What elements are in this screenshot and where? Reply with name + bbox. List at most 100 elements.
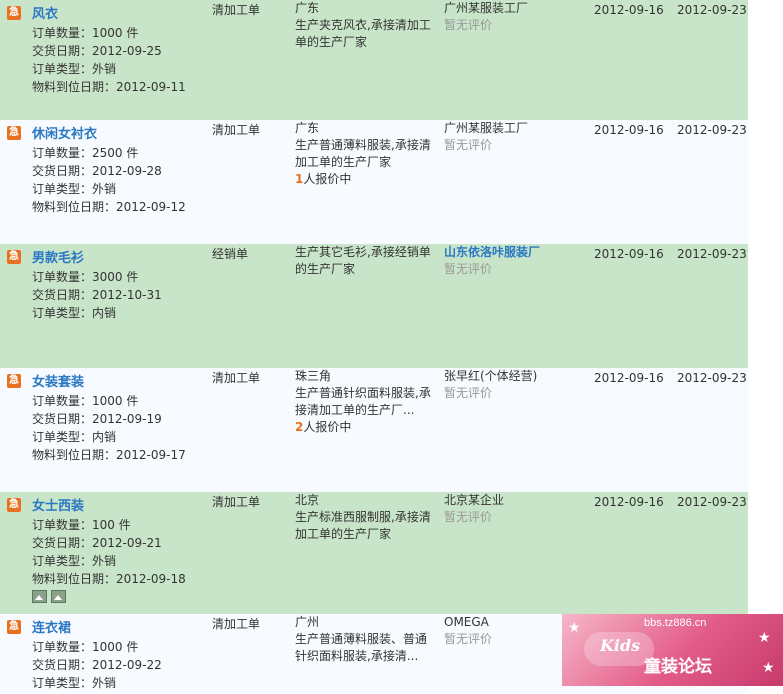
order-title-link[interactable]: 女装套装 [32, 371, 84, 390]
delivery-date-label: 交货日期： [32, 164, 93, 178]
company-name: 北京某企业 [444, 493, 505, 507]
order-quantity-label: 订单数量： [32, 146, 93, 160]
order-title-link[interactable]: 男款毛衫 [32, 247, 84, 266]
order-type: 订单类型：内销 [32, 304, 116, 322]
region: 珠三角 [295, 369, 332, 383]
order-type: 订单类型：外销 [32, 180, 116, 198]
delivery-date: 交货日期：2012-10-31 [32, 286, 162, 304]
watermark-url: bbs.tz886.cn [644, 617, 707, 629]
order-title-link[interactable]: 连衣裙 [32, 617, 71, 636]
region: 广东 [295, 1, 320, 15]
star-icon: ★ [758, 630, 771, 646]
star-icon: ★ [568, 620, 581, 636]
quote-label: 人报价中 [303, 172, 352, 186]
order-quantity: 订单数量：100 件 [32, 516, 131, 534]
delivery-date: 交货日期：2012-09-21 [32, 534, 162, 552]
order-quantity-value: 100 件 [92, 518, 131, 532]
order-row: 急男款毛衫 订单数量：3000 件交货日期：2012-10-31 订单类型：内销 经销… [0, 244, 748, 368]
order-quantity-label: 订单数量： [32, 394, 93, 408]
order-type-label: 订单类型： [32, 554, 93, 568]
urgent-icon: 急 [7, 374, 21, 388]
company-name: 广州某服装工厂 [444, 1, 529, 15]
company-name[interactable]: 山东依洛咔服装厂 [444, 244, 584, 261]
delivery-date-label: 交货日期： [32, 658, 93, 672]
material-date: 物料到位日期：2012-09-12 [32, 198, 186, 216]
urgent-icon: 急 [7, 126, 21, 140]
order-quantity-value: 2500 件 [92, 146, 139, 160]
description-line: 生产普通薄料服装、普通 [295, 632, 428, 646]
order-type-label: 订单类型： [32, 182, 93, 196]
material-date: 物料到位日期：2012-09-18 [32, 570, 186, 588]
order-type: 订单类型：内销 [32, 428, 116, 446]
region: 北京 [295, 493, 320, 507]
material-date: 物料到位日期：2012-09-17 [32, 446, 186, 464]
company-info: 北京某企业 暂无评价 [444, 492, 584, 526]
description-line: 生产夹克风衣,承接清加工 [295, 18, 431, 32]
publish-date: 2012-09-16 [594, 123, 664, 137]
forum-watermark-logo: ★ ★ ★ bbs.tz886.cn Kids 童装论坛 [562, 614, 783, 686]
material-date-value: 2012-09-17 [116, 448, 186, 462]
description-line: 生产其它毛衫,承接经销单 [295, 245, 431, 259]
expire-date: 2012-09-23 [677, 371, 747, 385]
requirement-description: 珠三角 生产普通针织面料服装,承 接清加工单的生产厂... 2人报价中 [295, 368, 435, 436]
watermark-kids: Kids [600, 636, 641, 655]
order-quantity: 订单数量：3000 件 [32, 268, 138, 286]
order-quantity: 订单数量：1000 件 [32, 638, 138, 656]
expire-date: 2012-09-23 [677, 3, 747, 17]
photo-thumbnails [32, 590, 70, 606]
order-quantity-value: 1000 件 [92, 640, 139, 654]
description-line: 生产普通针织面料服装,承 [295, 386, 431, 400]
description-line: 的生产厂家 [295, 262, 356, 276]
order-type-value: 外销 [92, 62, 117, 76]
expire-date: 2012-09-23 [677, 247, 747, 261]
order-type-value: 外销 [92, 182, 117, 196]
order-row: 急休闲女衬衣 订单数量：2500 件交货日期：2012-09-28 订单类型：外销物… [0, 120, 748, 244]
requirement-description: 生产其它毛衫,承接经销单 的生产厂家 [295, 244, 435, 278]
order-quantity-value: 1000 件 [92, 394, 139, 408]
publish-date: 2012-09-16 [594, 495, 664, 509]
material-date-value: 2012-09-18 [116, 572, 186, 586]
order-type: 订单类型：外销 [32, 60, 116, 78]
photo-icon[interactable] [51, 590, 66, 603]
order-type-value: 内销 [92, 306, 117, 320]
delivery-date-label: 交货日期： [32, 412, 93, 426]
photo-icon[interactable] [32, 590, 47, 603]
company-rating: 暂无评价 [444, 18, 493, 32]
company-rating: 暂无评价 [444, 510, 493, 524]
material-date-label: 物料到位日期： [32, 448, 117, 462]
delivery-date-label: 交货日期： [32, 288, 93, 302]
company-info: 山东依洛咔服装厂 暂无评价 [444, 244, 584, 278]
order-quantity: 订单数量：2500 件 [32, 144, 138, 162]
star-icon: ★ [762, 660, 775, 676]
quote-label: 人报价中 [303, 420, 352, 434]
delivery-date-value: 2012-09-28 [92, 164, 162, 178]
requirement-description: 广东 生产夹克风衣,承接清加工 单的生产厂家 [295, 0, 435, 51]
order-quantity-value: 1000 件 [92, 26, 139, 40]
order-type-label: 订单类型： [32, 62, 93, 76]
urgent-icon: 急 [7, 620, 21, 634]
publish-date: 2012-09-16 [594, 247, 664, 261]
company-rating: 暂无评价 [444, 138, 493, 152]
order-title-link[interactable]: 女士西装 [32, 495, 84, 514]
order-type-label: 订单类型： [32, 306, 93, 320]
process-type: 清加工单 [212, 617, 261, 631]
delivery-date-value: 2012-09-19 [92, 412, 162, 426]
delivery-date: 交货日期：2012-09-19 [32, 410, 162, 428]
material-date-label: 物料到位日期： [32, 572, 117, 586]
process-type: 经销单 [212, 247, 249, 261]
order-title-link[interactable]: 风衣 [32, 3, 58, 22]
delivery-date: 交货日期：2012-09-28 [32, 162, 162, 180]
publish-date: 2012-09-16 [594, 371, 664, 385]
process-type: 清加工单 [212, 3, 261, 17]
order-quantity-label: 订单数量： [32, 640, 93, 654]
delivery-date-value: 2012-09-21 [92, 536, 162, 550]
company-name: 广州某服装工厂 [444, 121, 529, 135]
order-row: 急女士西装 订单数量：100 件交货日期：2012-09-21 订单类型：外销 物料到… [0, 492, 748, 614]
company-info: 广州某服装工厂 暂无评价 [444, 0, 584, 34]
quote-status: 1人报价中 [295, 171, 435, 188]
region: 广州 [295, 615, 320, 629]
requirement-description: 广东 生产普通薄料服装,承接清 加工单的生产厂家 1人报价中 [295, 120, 435, 188]
order-title-link[interactable]: 休闲女衬衣 [32, 123, 97, 142]
company-rating: 暂无评价 [444, 386, 493, 400]
watermark-forum-name: 童装论坛 [644, 657, 712, 677]
